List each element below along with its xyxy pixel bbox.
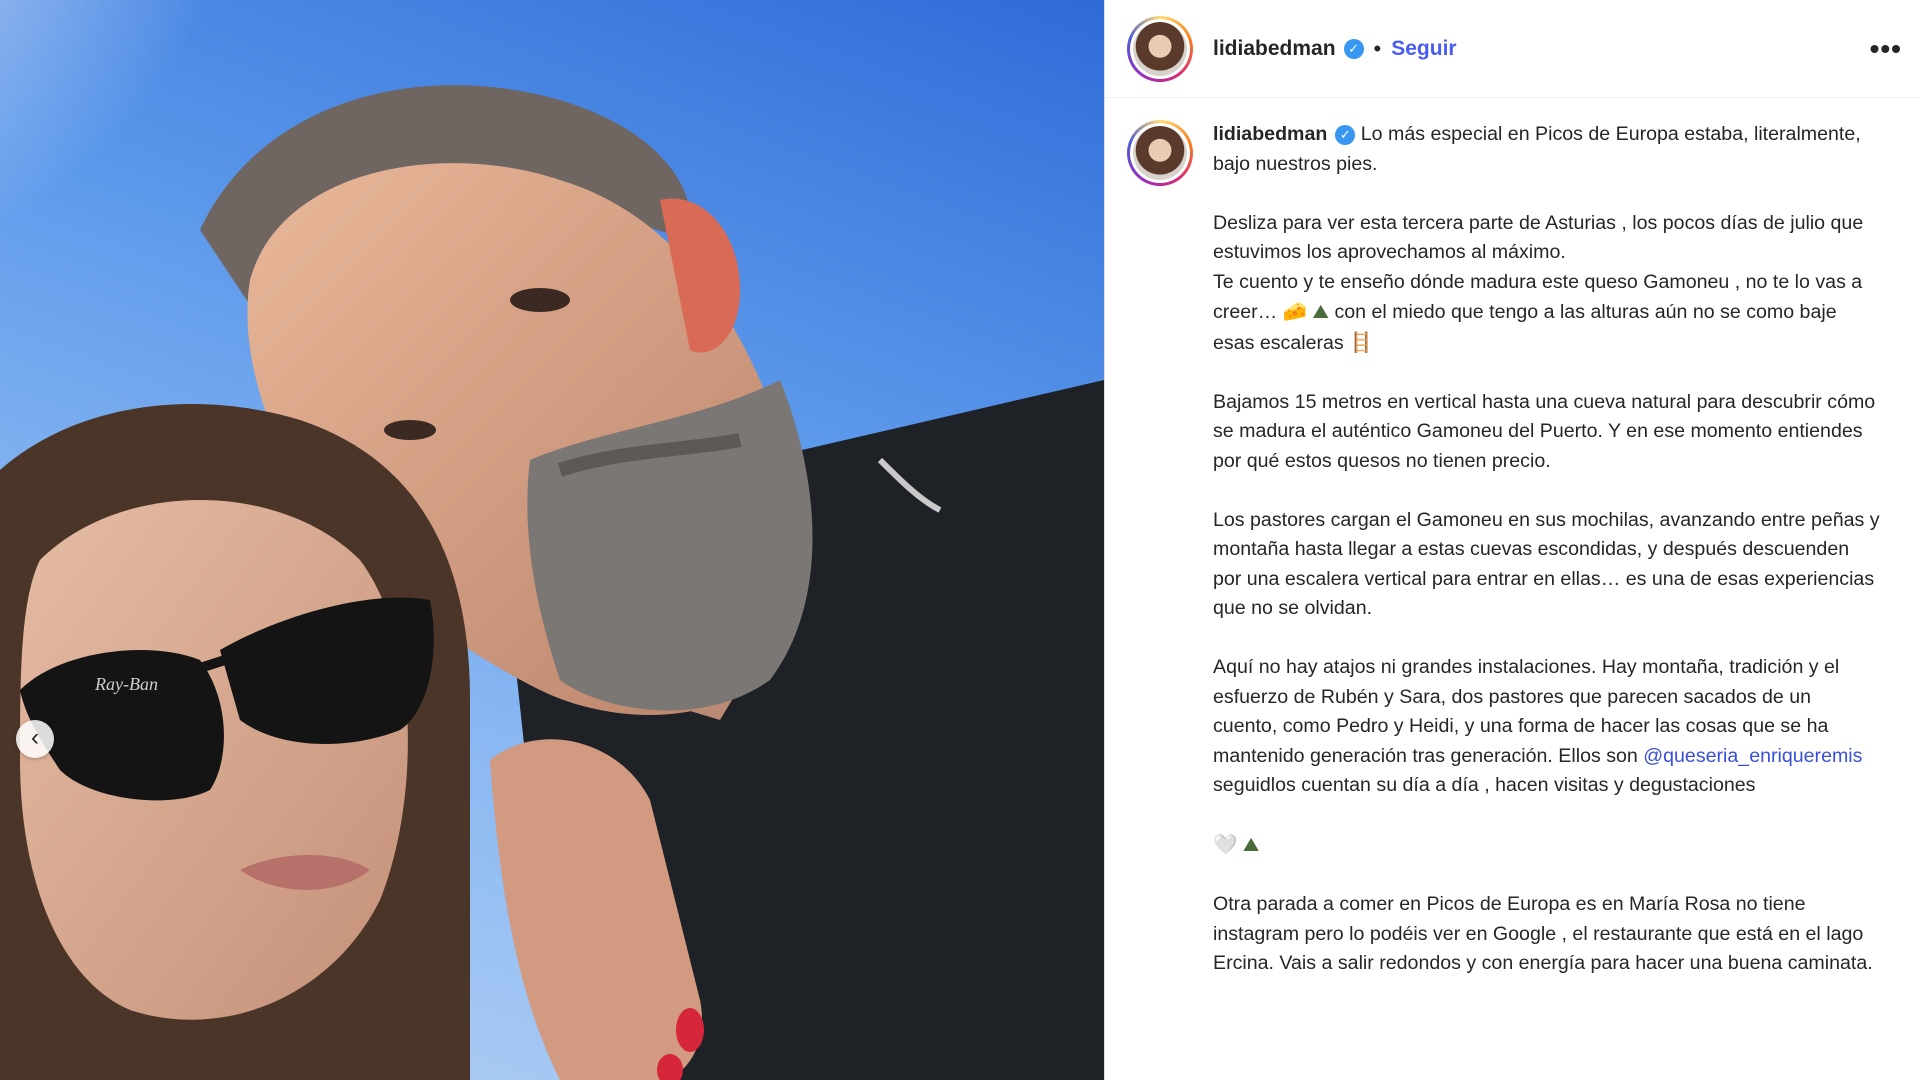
follow-button[interactable]: Seguir	[1391, 37, 1456, 61]
cheese-emoji-icon: 🧀	[1282, 300, 1308, 323]
caption-author-avatar[interactable]	[1127, 120, 1193, 186]
avatar-photo	[1133, 21, 1187, 76]
caption-paragraph: Bajamos 15 metros en vertical hasta una …	[1213, 390, 1881, 472]
caption-p1-line2b: con el miedo que tengo a las alturas aún…	[1213, 301, 1843, 354]
mention-link[interactable]: @queseria_enriqueremis	[1643, 745, 1862, 767]
caption-area: lidiabedman ✓ Lo más especial en Picos de…	[1105, 98, 1920, 1080]
carousel-previous-button[interactable]: ‹	[16, 720, 54, 758]
red-nail	[676, 1008, 704, 1052]
caption-paragraph: Otra parada a comer en Picos de Europa e…	[1213, 893, 1873, 974]
mountain-emoji-icon: ⛰	[1242, 833, 1260, 856]
caption-paragraph: Aquí no hay atajos ni grandes instalacio…	[1213, 653, 1880, 801]
verified-badge-icon: ✓	[1343, 38, 1364, 59]
author-avatar[interactable]	[1127, 15, 1193, 82]
chevron-left-icon: ‹	[31, 723, 39, 751]
caption-paragraph: Los pastores cargan el Gamoneu en sus mo…	[1213, 508, 1886, 620]
post-photo[interactable]: Ray-Ban ‹	[0, 0, 1104, 1080]
more-options-icon[interactable]: •••	[1870, 34, 1902, 63]
sunglasses-logo: Ray-Ban	[94, 674, 158, 694]
post-header: lidiabedman ✓ • Seguir •••	[1105, 0, 1920, 98]
caption-paragraph: Desliza para ver esta tercera parte de A…	[1213, 209, 1880, 359]
mountain-emoji-icon: ⛰	[1312, 300, 1330, 323]
author-username[interactable]: lidiabedman	[1213, 37, 1336, 61]
post-side-panel: lidiabedman ✓ • Seguir ••• lidiabedman ✓ …	[1104, 0, 1920, 1080]
man-eye	[510, 288, 570, 312]
caption-text: lidiabedman ✓ Lo más especial en Picos de…	[1213, 120, 1880, 1080]
verified-badge-icon: ✓	[1335, 124, 1356, 145]
header-separator: •	[1373, 35, 1382, 61]
man-eye	[384, 420, 436, 440]
instagram-post: Ray-Ban ‹ lidiabedman ✓ • Seguir ••• lid…	[0, 0, 1920, 1080]
selfie-illustration: Ray-Ban	[0, 0, 1104, 1080]
white-heart-emoji-icon: 🤍	[1213, 833, 1238, 856]
avatar-photo	[1133, 126, 1187, 180]
caption-intro: lidiabedman ✓ Lo más especial en Picos de…	[1213, 120, 1880, 179]
ladder-emoji-icon: 🪜	[1349, 330, 1374, 354]
caption-emoji-line: 🤍 ⛰	[1213, 830, 1880, 861]
caption-p1-line1: Desliza para ver esta tercera parte de A…	[1213, 211, 1869, 264]
caption-username[interactable]: lidiabedman	[1213, 123, 1327, 145]
